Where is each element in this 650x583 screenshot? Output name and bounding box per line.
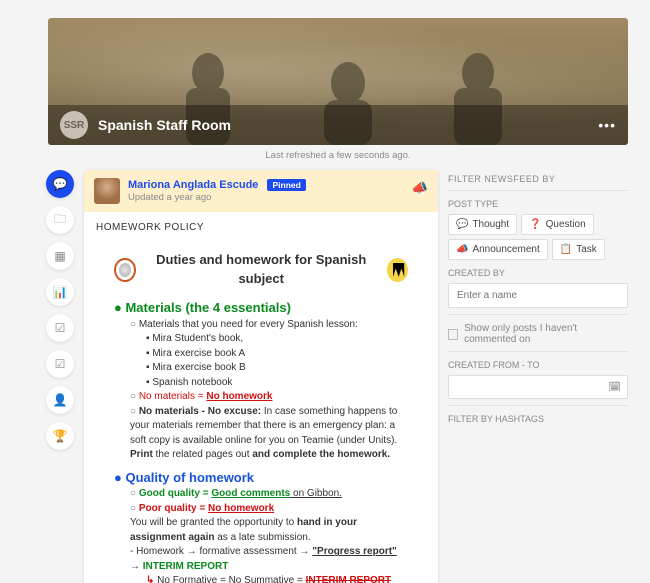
no-materials: No materials = No homework (130, 390, 408, 405)
flow-2: No Formative = No Summative = INTERIM RE… (146, 574, 408, 583)
more-button[interactable]: ••• (598, 117, 616, 133)
feed: Mariona Anglada Escude Pinned Updated a … (84, 170, 438, 583)
cover-bar: SSR Spanish Staff Room ••• (48, 105, 628, 145)
thought-icon: 💬 (456, 219, 468, 230)
author-avatar[interactable] (94, 178, 120, 204)
checkbox-icon[interactable] (448, 329, 458, 340)
materials-lead: Materials that you need for every Spanis… (130, 318, 408, 333)
chip-announcement[interactable]: 📣Announcement (448, 239, 548, 260)
created-by-label: CREATED BY (448, 268, 628, 278)
chip-task[interactable]: 📋Task (552, 239, 605, 260)
rail-chart[interactable]: 📊 (46, 278, 74, 306)
doc-title: Duties and homework for Spanish subject (146, 251, 377, 289)
crest-right-icon (387, 258, 408, 282)
mat-item-3: Spanish notebook (146, 376, 408, 391)
chip-question[interactable]: ❓Question (521, 214, 593, 235)
post-title: HOMEWORK POLICY (84, 212, 438, 241)
left-rail: 💬 🗀 ▦ 📊 ☑ ☑ 👤 🏆 (46, 170, 76, 458)
good-quality: Good quality = Good comments on Gibbon. (130, 487, 408, 502)
post-header: Mariona Anglada Escude Pinned Updated a … (84, 170, 438, 212)
show-only-row[interactable]: Show only posts I haven't commented on (448, 323, 628, 345)
hashtags-label: FILTER BY HASHTAGS (448, 414, 628, 424)
section-materials: Materials (the 4 essentials) (114, 299, 408, 318)
room-avatar: SSR (60, 111, 88, 139)
flow-1: Homework → formative assessment → "Progr… (130, 545, 408, 574)
created-by-input[interactable] (448, 283, 628, 308)
rail-grid[interactable]: ▦ (46, 242, 74, 270)
show-only-label: Show only posts I haven't commented on (464, 323, 628, 345)
chip-thought[interactable]: 💬Thought (448, 214, 517, 235)
cover-banner: SSR Spanish Staff Room ••• (48, 18, 628, 145)
rail-trophy[interactable]: 🏆 (46, 422, 74, 450)
print-line: Print the related pages out and complete… (130, 448, 408, 463)
author-link[interactable]: Mariona Anglada Escude (128, 179, 258, 191)
task-icon: 📋 (560, 244, 572, 255)
post-type-label: POST TYPE (448, 199, 628, 209)
rail-check2[interactable]: ☑ (46, 350, 74, 378)
no-excuse: No materials - No excuse: In case someth… (130, 405, 408, 449)
date-range-input[interactable]: 🗓 (448, 375, 628, 399)
poor-quality: Poor quality = No homework (130, 502, 408, 517)
filter-sidebar: FILTER NEWSFEED BY POST TYPE 💬Thought ❓Q… (448, 170, 628, 429)
megaphone-icon: 📣 (412, 180, 428, 196)
mat-item-0: Mira Student's book, (146, 332, 408, 347)
divider (448, 405, 628, 406)
filter-heading: FILTER NEWSFEED BY (448, 174, 628, 184)
rail-check1[interactable]: ☑ (46, 314, 74, 342)
rail-folder[interactable]: 🗀 (46, 206, 74, 234)
mat-item-1: Mira exercise book A (146, 347, 408, 362)
pinned-badge: Pinned (267, 179, 305, 191)
granted-line: You will be granted the opportunity to h… (130, 516, 408, 545)
post: Mariona Anglada Escude Pinned Updated a … (84, 170, 438, 583)
divider (448, 314, 628, 315)
rail-chat[interactable]: 💬 (46, 170, 74, 198)
room-title: Spanish Staff Room (98, 117, 598, 133)
announcement-icon: 📣 (456, 244, 468, 255)
divider (448, 190, 628, 191)
mat-item-2: Mira exercise book B (146, 361, 408, 376)
created-range-label: CREATED FROM - TO (448, 360, 628, 370)
document-body: Duties and homework for Spanish subject … (84, 241, 438, 583)
updated-time: Updated a year ago (128, 192, 306, 203)
divider (448, 351, 628, 352)
crest-left-icon (114, 258, 136, 282)
section-quality: Quality of homework (114, 469, 408, 488)
question-icon: ❓ (529, 219, 541, 230)
last-refreshed: Last refreshed a few seconds ago. (48, 150, 628, 161)
calendar-icon: 🗓 (608, 382, 621, 393)
rail-user[interactable]: 👤 (46, 386, 74, 414)
